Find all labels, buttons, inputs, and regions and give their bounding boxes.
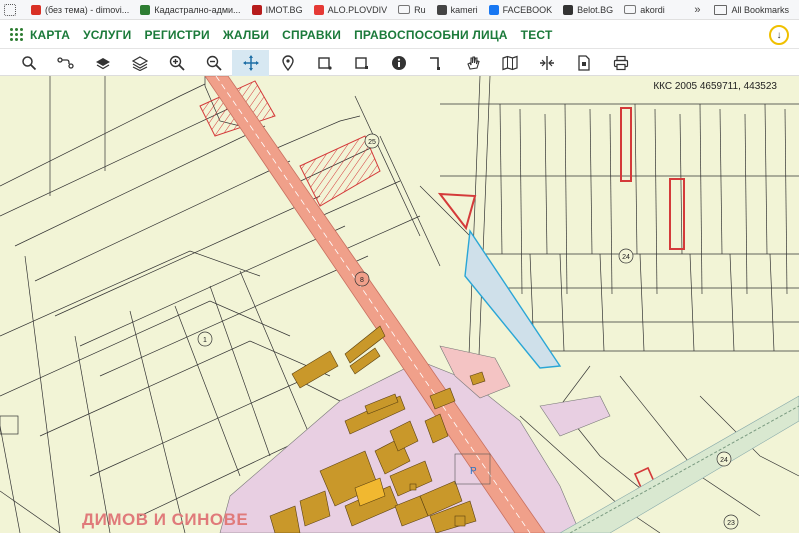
layers-icon (95, 57, 110, 69)
main-menu: КАРТА УСЛУГИ РЕГИСТРИ ЖАЛБИ СПРАВКИ ПРАВ… (0, 21, 799, 49)
bookmark-item[interactable] (4, 3, 20, 16)
map-tool[interactable] (491, 50, 528, 76)
bookmark-label: FACEBOOK (502, 4, 553, 15)
layers-tool[interactable] (84, 50, 121, 76)
parking-label: P (470, 466, 477, 477)
bookmark-label: kameri (450, 4, 478, 15)
globe-icon (436, 4, 447, 15)
zoom-out-icon (206, 55, 222, 71)
draw-rect-icon (317, 56, 332, 70)
folder-icon (714, 5, 728, 15)
folder-icon (624, 5, 637, 14)
download-icon[interactable]: ↓ (769, 25, 789, 45)
imot-icon (251, 4, 262, 15)
menu-item-registers[interactable]: РЕГИСТРИ (144, 28, 209, 42)
apps-grid-icon[interactable] (10, 27, 24, 42)
pan-tool[interactable] (232, 49, 269, 76)
measure-tool[interactable] (417, 50, 454, 76)
location-tool[interactable] (269, 50, 306, 76)
road-label: 23 (727, 520, 735, 527)
file-icon (577, 54, 590, 71)
hand-tool[interactable] (454, 50, 491, 76)
bookmark-item[interactable]: Belot.BG (563, 4, 614, 15)
facebook-icon (488, 4, 499, 15)
road-label: 8 (360, 277, 364, 284)
measure-icon (429, 56, 440, 70)
hand-icon (466, 55, 480, 70)
route-tool[interactable] (47, 50, 84, 76)
bookmark-item[interactable]: kameri (436, 4, 478, 15)
bookmark-item[interactable]: FACEBOOK (488, 4, 553, 15)
bookmark-item[interactable]: akordi (624, 5, 665, 15)
route-icon (56, 56, 74, 69)
owner-label: ДИМОВ И СИНОВЕ (82, 510, 249, 529)
bookmark-item[interactable]: IMOT.BG (251, 4, 303, 15)
bookmark-label: ALO.PLOVDIV (327, 4, 388, 15)
select-rect-tool[interactable] (343, 50, 380, 76)
road-label: 24 (720, 457, 728, 464)
road-label: 24 (622, 254, 630, 261)
select-rect-icon (354, 56, 368, 69)
split-tool[interactable] (528, 50, 565, 76)
coordinates-readout: ККС 2005 4659711, 443523 (653, 81, 777, 92)
bookmarks-bar: (без тема) - dimovi... Кадастрално-адми..… (0, 0, 799, 20)
zoom-out-tool[interactable] (195, 50, 232, 76)
layers-stack-tool[interactable] (121, 50, 158, 76)
map-canvas[interactable]: P 25 8 1 24 24 23 (0, 76, 799, 533)
bookmark-item[interactable]: Кадастрално-адми... (140, 4, 241, 15)
cadastre-icon (140, 4, 151, 15)
cadastral-map[interactable]: P 25 8 1 24 24 23 (0, 76, 799, 533)
menu-item-test[interactable]: ТЕСТ (521, 28, 553, 42)
info-icon (391, 55, 406, 70)
bookmarks-right: » All Bookmarks (694, 0, 789, 20)
file-tool[interactable] (565, 50, 602, 76)
bookmark-item[interactable]: (без тема) - dimovi... (31, 4, 130, 15)
search-icon (21, 55, 36, 70)
menu-item-map[interactable]: КАРТА (30, 28, 70, 42)
alo-icon (313, 4, 324, 15)
print-tool[interactable] (602, 50, 639, 76)
location-pin-icon (281, 54, 294, 71)
road-label: 25 (368, 139, 376, 146)
split-icon (539, 55, 554, 70)
menu-item-complaints[interactable]: ЖАЛБИ (223, 28, 269, 42)
zoom-in-icon (169, 55, 185, 71)
pan-icon (242, 54, 259, 71)
bookmark-item[interactable]: ALO.PLOVDIV (313, 4, 388, 15)
menu-item-references[interactable]: СПРАВКИ (282, 28, 341, 42)
layers-stack-icon (131, 55, 148, 71)
menu-item-services[interactable]: УСЛУГИ (83, 28, 131, 42)
bookmark-label: IMOT.BG (265, 4, 303, 15)
print-icon (613, 55, 628, 70)
info-tool[interactable] (380, 50, 417, 76)
bookmark-label: (без тема) - dimovi... (45, 4, 130, 15)
bookmarks-more-button[interactable]: » (694, 4, 700, 16)
menu-item-licensed-persons[interactable]: ПРАВОСПОСОБНИ ЛИЦА (354, 28, 508, 42)
apps-grid-icon (4, 3, 16, 16)
folder-icon (398, 5, 411, 14)
zoom-in-tool[interactable] (158, 50, 195, 76)
bookmark-label: Belot.BG (577, 4, 614, 15)
bookmark-label: akordi (640, 4, 665, 15)
bookmark-label: Кадастрално-адми... (154, 4, 241, 15)
road-label: 1 (203, 337, 207, 344)
search-tool[interactable] (10, 50, 47, 76)
map-toolbar (0, 49, 799, 76)
bookmark-label: Ru (414, 4, 426, 15)
all-bookmarks-button[interactable]: All Bookmarks (731, 5, 789, 15)
belot-icon (563, 4, 574, 15)
gmail-icon (31, 4, 41, 15)
bookmark-item[interactable]: Ru (398, 5, 426, 15)
map-icon (501, 55, 518, 70)
draw-rect-tool[interactable] (306, 50, 343, 76)
